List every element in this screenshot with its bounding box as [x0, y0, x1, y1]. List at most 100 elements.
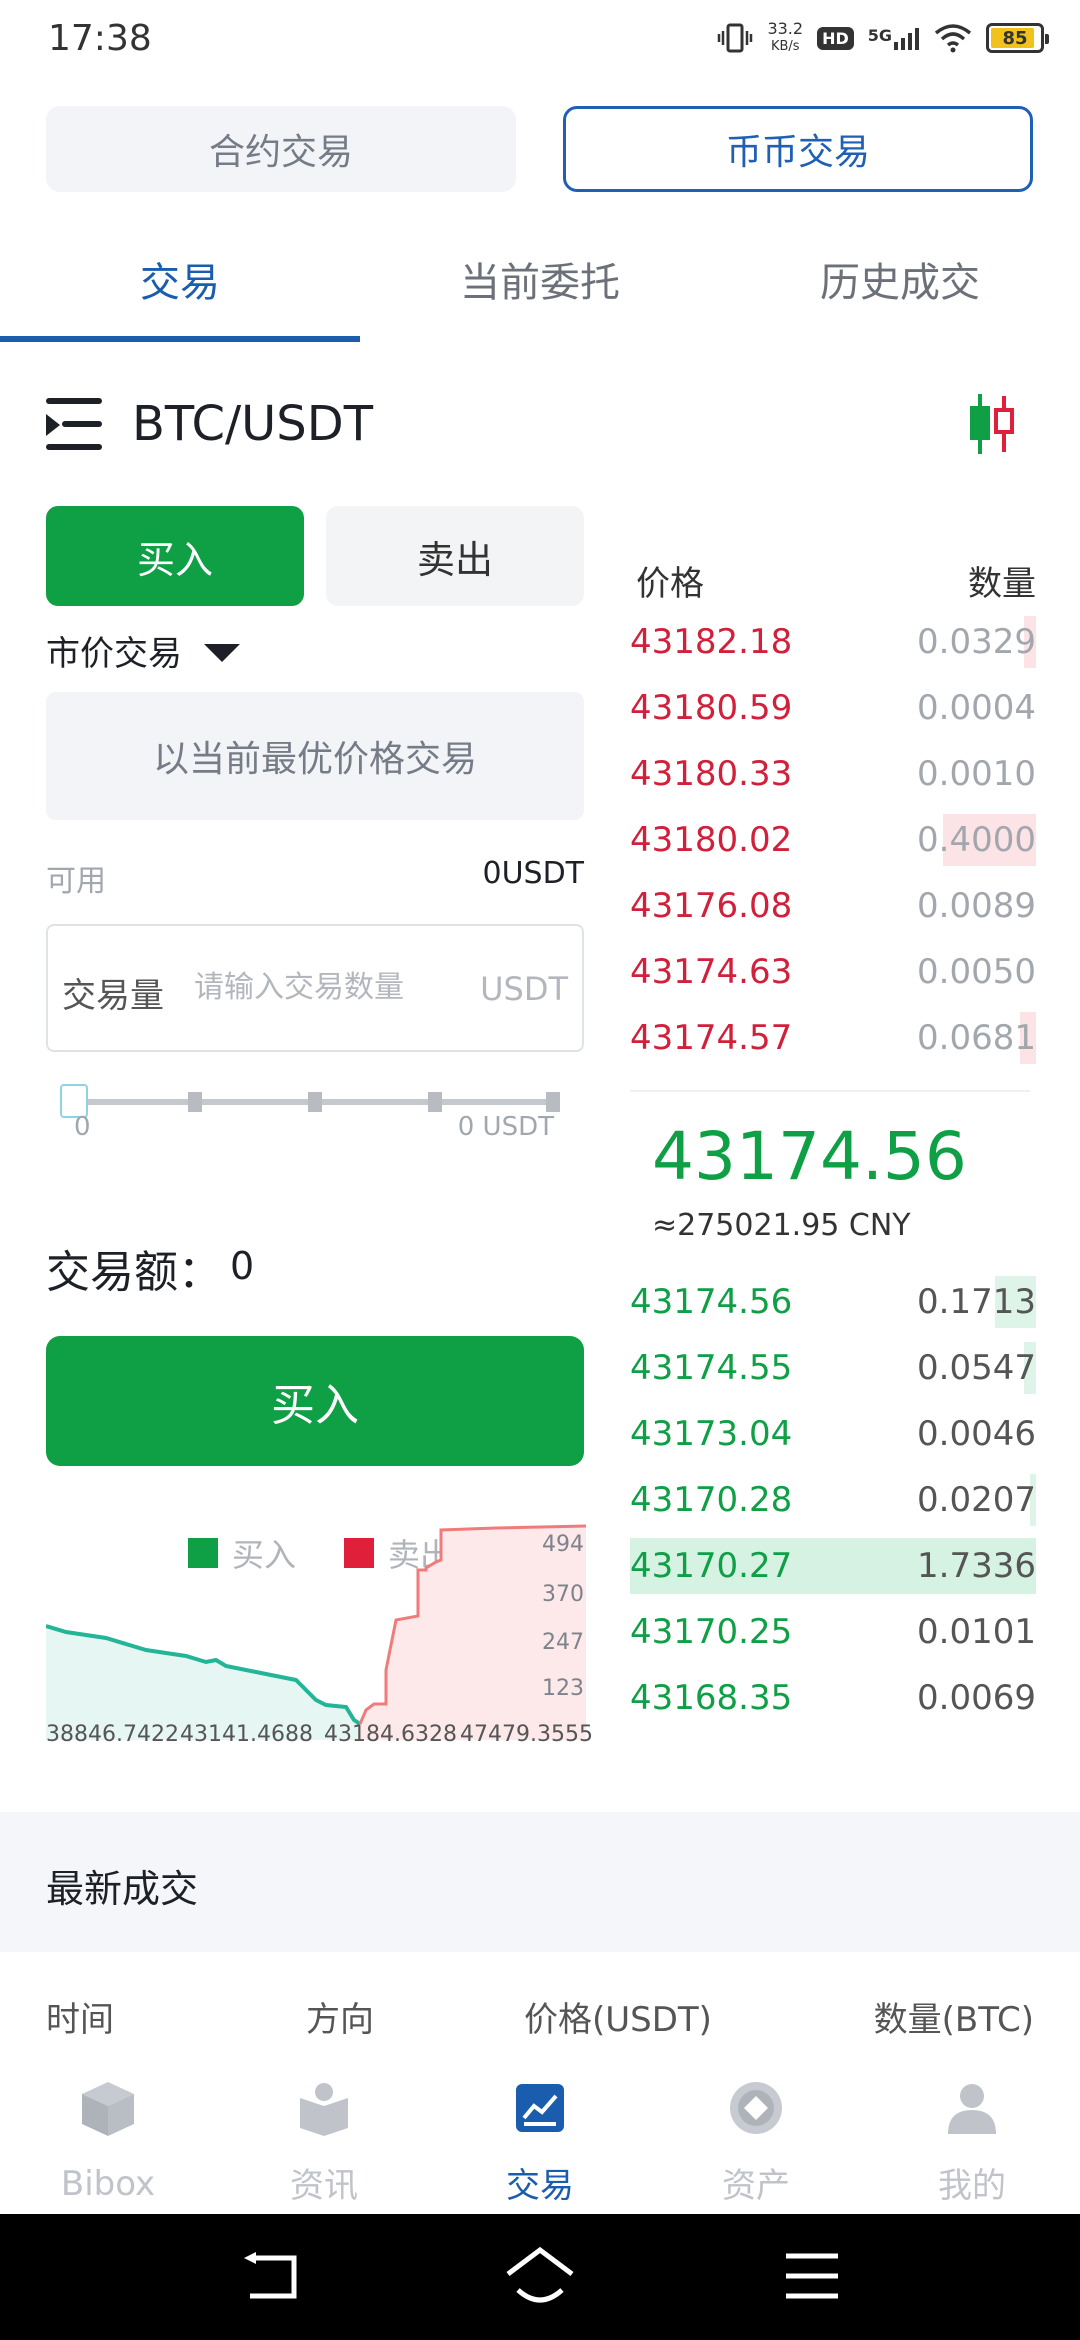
col-qty-header: 数量(BTC)	[873, 2000, 1034, 2040]
y-tick: 370	[542, 1582, 584, 1607]
battery-icon: 85	[986, 23, 1049, 53]
col-time-header: 时间	[46, 2000, 114, 2040]
quantity-input[interactable]	[194, 962, 474, 1012]
nav-item-assets[interactable]: 资产	[648, 2060, 864, 2214]
order-qty: 0.0004	[917, 688, 1036, 728]
nav-item-trade[interactable]: 交易	[432, 2060, 648, 2214]
contract-trading-button[interactable]: 合约交易	[46, 106, 516, 192]
x-tick: 43184.6328	[324, 1722, 457, 1747]
trade-chart-icon	[516, 2084, 564, 2132]
orderbook-price-header: 价格	[636, 564, 704, 604]
ask-row[interactable]: 43174.63 0.0050	[630, 944, 1036, 1000]
trading-pair[interactable]: BTC/USDT	[132, 396, 373, 452]
bid-row[interactable]: 43174.56 0.1713	[630, 1274, 1036, 1330]
dropdown-triangle-icon	[204, 643, 240, 662]
x-tick: 38846.7422	[46, 1722, 179, 1747]
slider-max-label: 0 USDT	[457, 1112, 554, 1142]
order-qty: 0.0207	[917, 1480, 1036, 1520]
bid-row[interactable]: 43170.25 0.0101	[630, 1604, 1036, 1660]
order-price: 43180.33	[630, 754, 793, 794]
bid-row[interactable]: 43168.35 0.0069	[630, 1670, 1036, 1726]
signal-icon	[894, 28, 919, 50]
x-tick: 47479.3555	[460, 1722, 593, 1747]
quantity-unit: USDT	[480, 970, 568, 1008]
tab-trade[interactable]: 交易	[0, 250, 360, 308]
buy-tab-button[interactable]: 买入	[46, 506, 304, 606]
order-price: 43174.56	[630, 1282, 793, 1322]
nav-item-bibox[interactable]: Bibox	[0, 2060, 216, 2214]
available-label: 可用	[46, 864, 106, 899]
order-type-select[interactable]: 市价交易	[46, 626, 240, 675]
order-qty: 0.0681	[917, 1018, 1036, 1058]
orderbook-qty-header: 数量	[968, 564, 1036, 604]
order-price: 43168.35	[630, 1678, 793, 1718]
tab-history[interactable]: 历史成交	[720, 250, 1080, 308]
y-tick: 123	[542, 1676, 584, 1701]
ask-row[interactable]: 43180.02 0.4000	[630, 812, 1036, 868]
trade-amount-value: 0	[230, 1244, 255, 1288]
x-tick: 43141.4688	[180, 1722, 313, 1747]
ask-row[interactable]: 43180.33 0.0010	[630, 746, 1036, 802]
col-direction-header: 方向	[306, 2000, 374, 2040]
nav-label: 资讯	[290, 2166, 358, 2206]
y-tick: 247	[542, 1630, 584, 1655]
asset-icon	[730, 2082, 782, 2134]
order-price: 43182.18	[630, 622, 793, 662]
slider-tick	[546, 1092, 560, 1112]
order-price: 43170.25	[630, 1612, 793, 1652]
tab-current-orders[interactable]: 当前委托	[360, 250, 720, 308]
recents-menu-icon[interactable]	[784, 2252, 840, 2300]
ask-row[interactable]: 43176.08 0.0089	[630, 878, 1036, 934]
ask-row[interactable]: 43180.59 0.0004	[630, 680, 1036, 736]
ask-row[interactable]: 43174.57 0.0681	[630, 1010, 1036, 1066]
y-tick: 494	[542, 1532, 584, 1557]
home-icon[interactable]	[504, 2244, 576, 2306]
orderbook-divider	[630, 1090, 1030, 1092]
nav-label: Bibox	[60, 2164, 156, 2204]
back-icon[interactable]	[240, 2252, 300, 2302]
pair-menu-icon[interactable]	[46, 398, 102, 450]
order-price: 43170.28	[630, 1480, 793, 1520]
bid-row[interactable]: 43170.27 1.7336	[630, 1538, 1036, 1594]
order-price: 43174.55	[630, 1348, 793, 1388]
bid-row[interactable]: 43173.04 0.0046	[630, 1406, 1036, 1462]
ask-row[interactable]: 43182.18 0.0329	[630, 614, 1036, 670]
news-icon	[300, 2083, 348, 2136]
bid-row[interactable]: 43174.55 0.0547	[630, 1340, 1036, 1396]
status-bar: 17:38 33.2 KB/s HD 5G 85	[0, 0, 1080, 80]
vibrate-icon	[718, 23, 753, 53]
order-qty: 0.0329	[917, 622, 1036, 662]
candlestick-chart-icon[interactable]	[966, 392, 1018, 456]
order-qty: 1.7336	[917, 1546, 1036, 1586]
nav-item-me[interactable]: 我的	[864, 2060, 1080, 2214]
nav-label: 交易	[506, 2166, 574, 2206]
order-price: 43173.04	[630, 1414, 793, 1454]
cube-icon	[82, 2082, 134, 2136]
trade-amount-label: 交易额：	[46, 1247, 222, 1298]
col-price-header: 价格(USDT)	[524, 2000, 712, 2040]
order-price: 43170.27	[630, 1546, 793, 1586]
slider-min-label: 0	[74, 1112, 91, 1142]
sell-tab-button[interactable]: 卖出	[326, 506, 584, 606]
latest-trades-title: 最新成交	[46, 1867, 199, 1911]
quantity-label: 交易量	[62, 976, 164, 1016]
quantity-field[interactable]: 交易量 USDT	[46, 924, 584, 1052]
buy-submit-button[interactable]: 买入	[46, 1336, 584, 1466]
network-speed: 33.2 KB/s	[767, 19, 804, 55]
order-qty: 0.0101	[917, 1612, 1036, 1652]
spot-trading-button[interactable]: 币币交易	[563, 106, 1033, 192]
order-qty: 0.1713	[917, 1282, 1036, 1322]
order-qty: 0.0069	[917, 1678, 1036, 1718]
depth-chart	[46, 1524, 586, 1740]
order-qty: 0.0050	[917, 952, 1036, 992]
slider-tick	[188, 1092, 202, 1112]
slider-tick	[308, 1092, 322, 1112]
status-time: 17:38	[48, 18, 152, 59]
bid-row[interactable]: 43170.28 0.0207	[630, 1472, 1036, 1528]
last-price-cny: ≈275021.95 CNY	[652, 1208, 911, 1243]
bottom-navigation: Bibox 资讯 交易 资产 我的	[0, 2060, 1080, 2214]
nav-item-news[interactable]: 资讯	[216, 2060, 432, 2214]
hd-badge: HD	[817, 26, 854, 50]
order-qty: 0.0089	[917, 886, 1036, 926]
system-navigation-bar	[0, 2214, 1080, 2340]
